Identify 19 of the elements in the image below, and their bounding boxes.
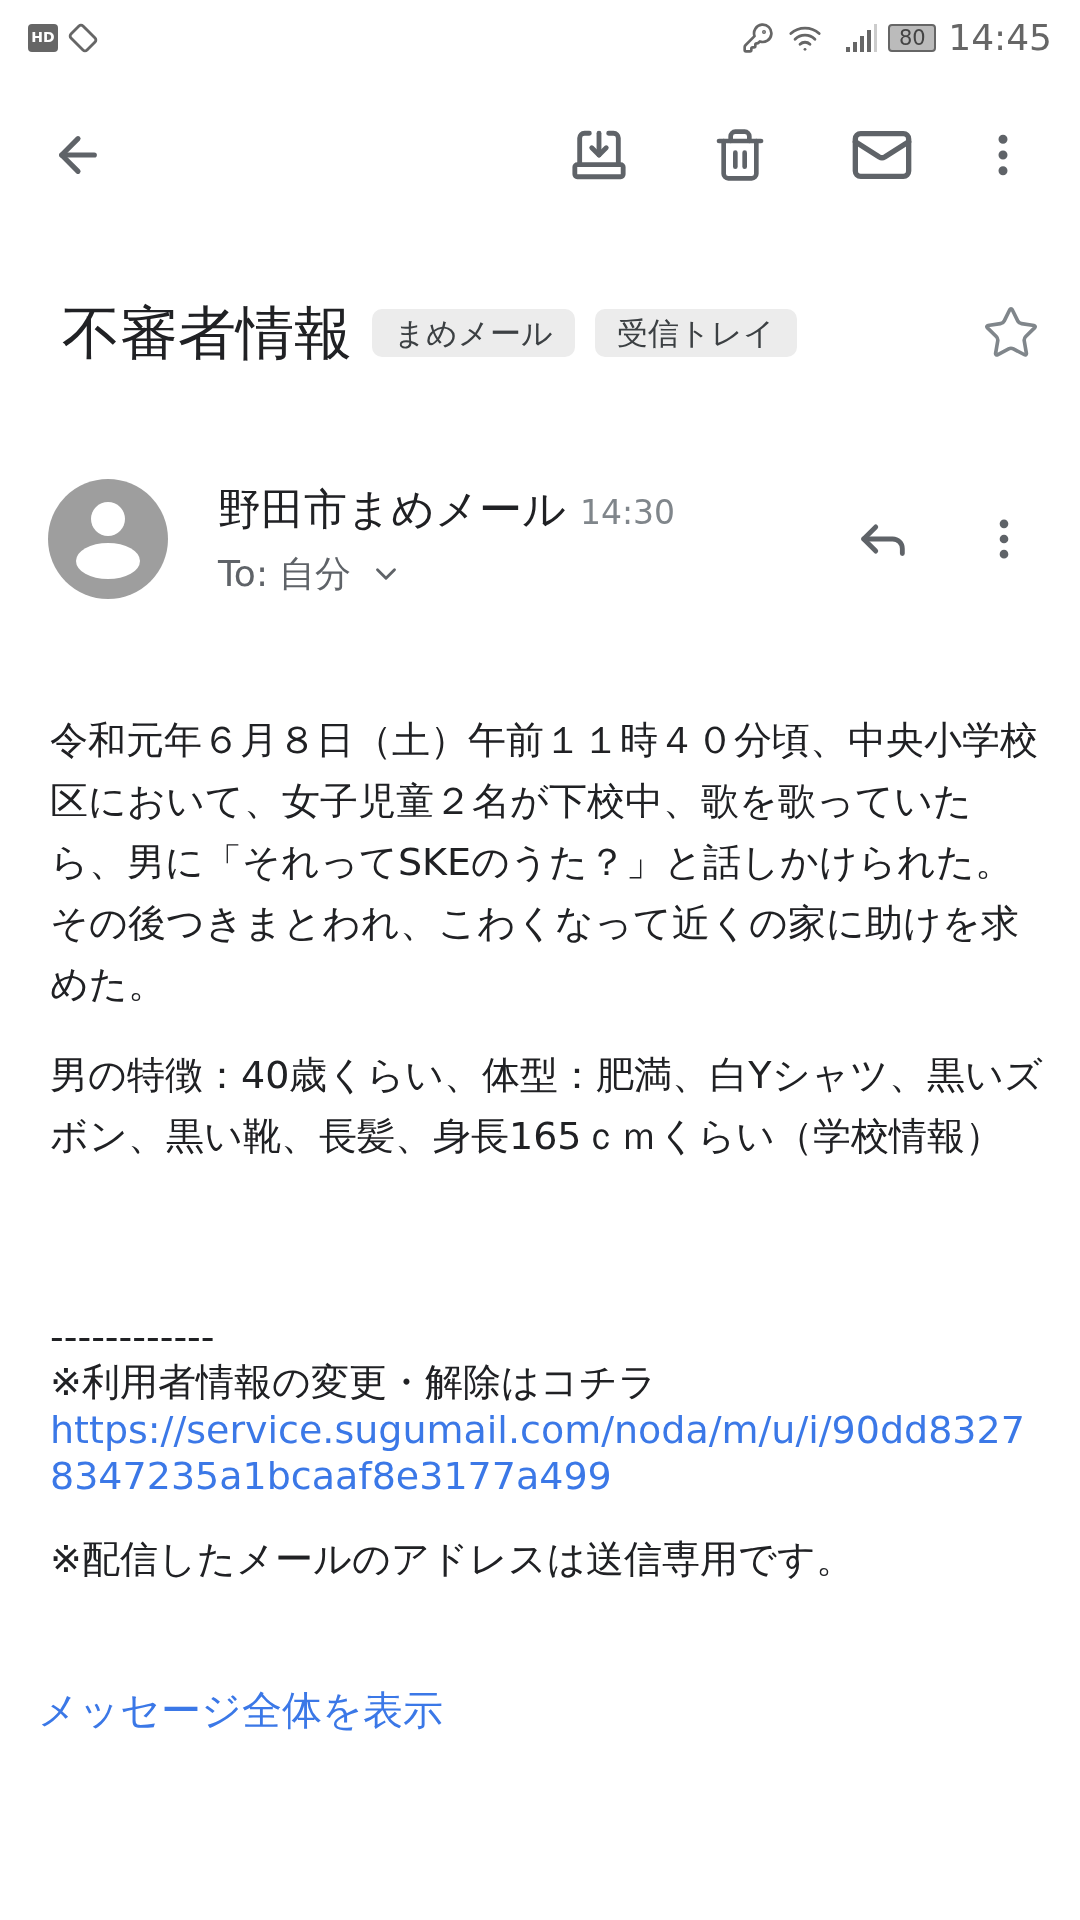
message-time: 14:30 [580, 491, 676, 534]
label-chip[interactable]: まめメール [372, 309, 575, 357]
avatar-icon [48, 479, 168, 599]
body-text: ※利用者情報の変更・解除はコチラ [50, 1359, 658, 1406]
recipient-text[interactable]: To: 自分 [218, 547, 352, 602]
body-paragraph: 令和元年６月８日（土）午前１１時４０分頃、中央小学校区において、女子児童２名が下校中、歌を歌っていたら、男に「それってSKEのうた？」と話しかけられた。その後つきまとわれ、こわくなって近くの家に助けを求めた。 [50, 717, 1039, 1008]
body-paragraph: 男の特徴：40歳くらい、体型：肥満、白Yシャツ、黒いズボン、黒い靴、長髪、身長165ｃｍくらい（学校情報） [50, 1052, 1044, 1160]
clock-time: 14:45 [948, 15, 1052, 60]
sender-name: 野田市まめメール [218, 482, 566, 536]
key-icon [742, 21, 775, 54]
hd-icon: HD [28, 23, 58, 52]
unsubscribe-link[interactable]: https://service.sugumail.com/noda/m/u/i/90dd83278347235a1bcaaf8e3177a499 [50, 1407, 1045, 1499]
email-subject: 不審者情報 [62, 297, 352, 369]
label-chip[interactable]: 受信トレイ [595, 309, 797, 357]
separator-text: ------------ [50, 1317, 216, 1357]
battery-indicator: 80 [888, 23, 937, 52]
show-full-message-link[interactable]: メッセージ全体を表示 [38, 1687, 443, 1733]
body-paragraph: ※配信したメールのアドレスは送信専用です。 [50, 1536, 855, 1583]
signal-icon [844, 22, 879, 53]
